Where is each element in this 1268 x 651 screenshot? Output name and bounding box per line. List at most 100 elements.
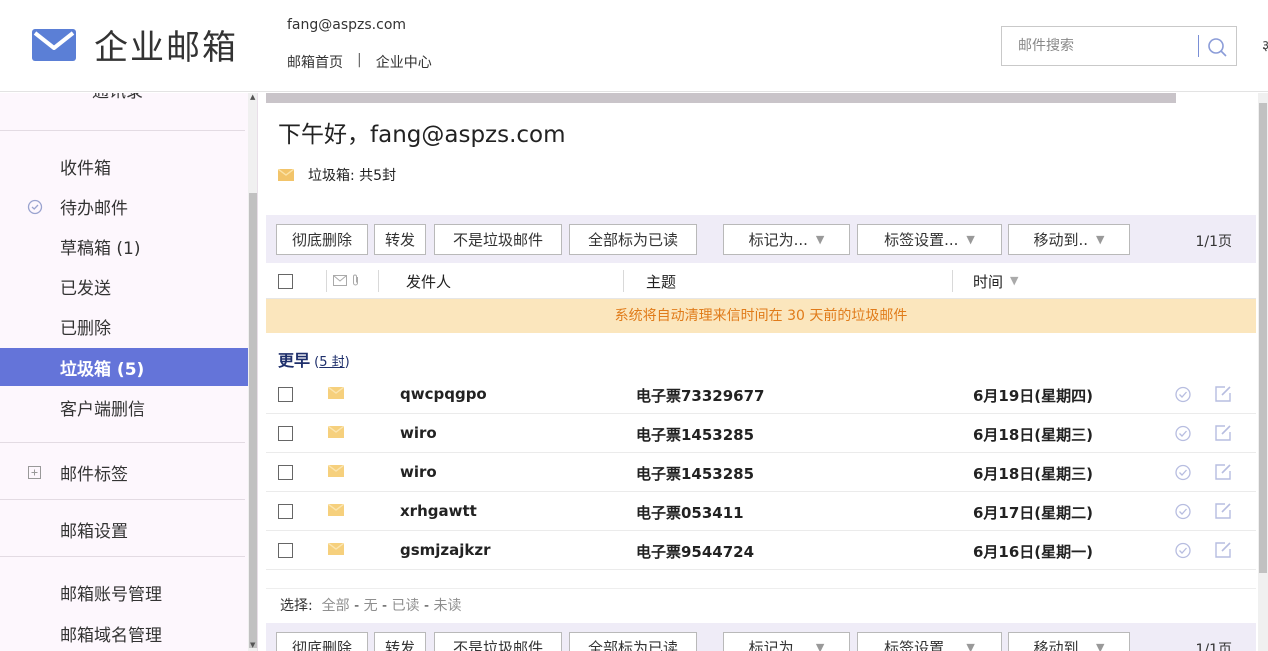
pager: 1/1页 (1195, 642, 1232, 651)
row-checkbox[interactable] (278, 426, 293, 441)
chevron-down-icon: ▼ (966, 641, 975, 651)
scroll-down-arrow-icon[interactable]: ▼ (250, 641, 255, 649)
column-divider (326, 270, 327, 292)
scroll-up-arrow-icon[interactable]: ▲ (250, 93, 255, 101)
row-date: 6月19日(星期四) (973, 387, 1094, 405)
tag-settings-dropdown[interactable]: 标签设置... ▼ (857, 224, 1002, 255)
logo[interactable]: 企业邮箱 (32, 20, 238, 69)
edit-icon[interactable] (1214, 385, 1232, 403)
sidebar-item-client-deleted[interactable]: 客户端删信 (0, 388, 248, 426)
table-row[interactable]: qwcpqgpo 电子票73329677 6月19日(星期四) (266, 375, 1256, 414)
row-date: 6月18日(星期三) (973, 426, 1094, 444)
tag-settings-dropdown[interactable]: 标签设置... ▼ (857, 632, 1002, 651)
sidebar-item-tags[interactable]: 邮件标签 (0, 453, 248, 491)
sort-chevron-icon[interactable]: ▼ (1010, 274, 1018, 287)
sidebar-item-todo[interactable]: 待办邮件 (0, 187, 248, 225)
todo-clock-icon[interactable] (1174, 502, 1192, 520)
delete-forever-button[interactable]: 彻底删除 (276, 632, 368, 651)
column-sender[interactable]: 发件人 (406, 271, 451, 292)
not-spam-button[interactable]: 不是垃圾邮件 (434, 224, 562, 255)
forward-button[interactable]: 转发 (374, 224, 426, 255)
sidebar-item-account-management[interactable]: 邮箱账号管理 (0, 573, 248, 611)
sidebar-item-domain-management[interactable]: 邮箱域名管理 (0, 614, 248, 651)
chevron-down-icon: ▼ (966, 233, 975, 246)
row-subject[interactable]: 电子票1453285 (636, 424, 754, 445)
select-read-link[interactable]: 已读 (392, 598, 420, 614)
search-box (1001, 26, 1237, 66)
app-title: 企业邮箱 (94, 28, 238, 68)
group-close-paren: ) (344, 355, 350, 370)
row-checkbox[interactable] (278, 504, 293, 519)
todo-clock-icon[interactable] (1174, 385, 1192, 403)
sidebar-item-label: 收件箱 (60, 158, 111, 179)
edit-icon[interactable] (1214, 463, 1232, 481)
selection-bar: 选择: 全部 - 无 - 已读 - 未读 (266, 588, 1256, 622)
sidebar-item-label: 已发送 (60, 278, 111, 299)
row-subject[interactable]: 电子票73329677 (636, 385, 765, 406)
row-subject[interactable]: 电子票1453285 (636, 463, 754, 484)
table-row[interactable]: wiro 电子票1453285 6月18日(星期三) (266, 453, 1256, 492)
not-spam-button[interactable]: 不是垃圾邮件 (434, 632, 562, 651)
sidebar-item-label: 草稿箱 (1) (60, 238, 141, 259)
row-date: 6月17日(星期二) (973, 504, 1094, 522)
chevron-down-icon: ▼ (815, 641, 825, 651)
sidebar-item-sent[interactable]: 已发送 (0, 267, 248, 305)
move-to-dropdown[interactable]: 移动到.. ▼ (1008, 224, 1130, 255)
mark-as-dropdown[interactable]: 标记为... ▼ (723, 224, 850, 255)
row-checkbox[interactable] (278, 543, 293, 558)
sidebar-item-deleted[interactable]: 已删除 (0, 307, 248, 345)
search-input[interactable] (1002, 27, 1192, 65)
row-checkbox[interactable] (278, 387, 293, 402)
edit-icon[interactable] (1214, 424, 1232, 442)
edit-icon[interactable] (1214, 502, 1232, 520)
link-separator: | (357, 52, 362, 68)
delete-forever-button[interactable]: 彻底删除 (276, 224, 368, 255)
forward-button[interactable]: 转发 (374, 632, 426, 651)
sidebar-item-drafts[interactable]: 草稿箱 (1) (0, 227, 248, 265)
edit-icon[interactable] (1214, 541, 1232, 559)
select-all-checkbox[interactable] (278, 274, 293, 289)
row-checkbox[interactable] (278, 465, 293, 480)
group-name: 更早 (278, 351, 311, 370)
expand-plus-icon[interactable] (27, 465, 43, 481)
todo-clock-icon[interactable] (1174, 424, 1192, 442)
move-to-label: 移动到.. (1033, 639, 1089, 651)
tag-settings-label: 标签设置... (884, 639, 959, 651)
sidebar-item-label: 客户端删信 (60, 399, 145, 420)
main-scrollbar-thumb[interactable] (1259, 103, 1267, 573)
sidebar-item-spam[interactable]: 垃圾箱 (5) (0, 348, 248, 386)
sidebar-item-label: 待办邮件 (60, 198, 128, 219)
select-none-link[interactable]: 无 (364, 598, 378, 614)
move-to-dropdown[interactable]: 移动到.. ▼ (1008, 632, 1130, 651)
todo-clock-icon[interactable] (1174, 463, 1192, 481)
table-row[interactable]: wiro 电子票1453285 6月18日(星期三) (266, 414, 1256, 453)
auto-clean-notice: 系统将自动清理来信时间在 30 天前的垃圾邮件 (266, 299, 1256, 333)
sidebar-divider (0, 499, 245, 500)
sidebar-item-settings[interactable]: 邮箱设置 (0, 510, 248, 548)
edge-glyph: ३ (1262, 38, 1268, 54)
mark-all-read-button[interactable]: 全部标为已读 (569, 224, 697, 255)
column-time[interactable]: 时间 (973, 271, 1003, 292)
sidebar-item-contacts[interactable]: 通讯录 (92, 93, 143, 102)
mark-all-read-button[interactable]: 全部标为已读 (569, 632, 697, 651)
row-date: 6月16日(星期一) (973, 543, 1094, 561)
sidebar-divider (0, 130, 245, 131)
todo-clock-icon[interactable] (1174, 541, 1192, 559)
toolbar-bottom: 彻底删除 转发 不是垃圾邮件 全部标为已读 标记为... ▼ 标签设置... ▼ 移… (266, 623, 1256, 651)
search-icon[interactable] (1206, 36, 1228, 58)
column-subject[interactable]: 主题 (646, 271, 676, 292)
horizontal-scroll-strip (266, 93, 1176, 103)
select-unread-link[interactable]: 未读 (434, 598, 462, 614)
sidebar-item-inbox[interactable]: 收件箱 (0, 147, 248, 185)
mark-as-dropdown[interactable]: 标记为... ▼ (723, 632, 850, 651)
row-subject[interactable]: 电子票053411 (636, 502, 744, 523)
link-mail-home[interactable]: 邮箱首页 (287, 52, 343, 72)
select-all-link[interactable]: 全部 (322, 598, 350, 614)
table-row[interactable]: xrhgawtt 电子票053411 6月17日(星期二) (266, 492, 1256, 531)
group-count-link[interactable]: 5 封 (319, 355, 344, 370)
chevron-down-icon: ▼ (1096, 233, 1105, 246)
link-enterprise-center[interactable]: 企业中心 (376, 52, 432, 72)
table-row[interactable]: gsmjzajkzr 电子票9544724 6月16日(星期一) (266, 531, 1256, 570)
sidebar-scrollbar-thumb[interactable] (249, 193, 257, 648)
row-subject[interactable]: 电子票9544724 (636, 541, 754, 562)
